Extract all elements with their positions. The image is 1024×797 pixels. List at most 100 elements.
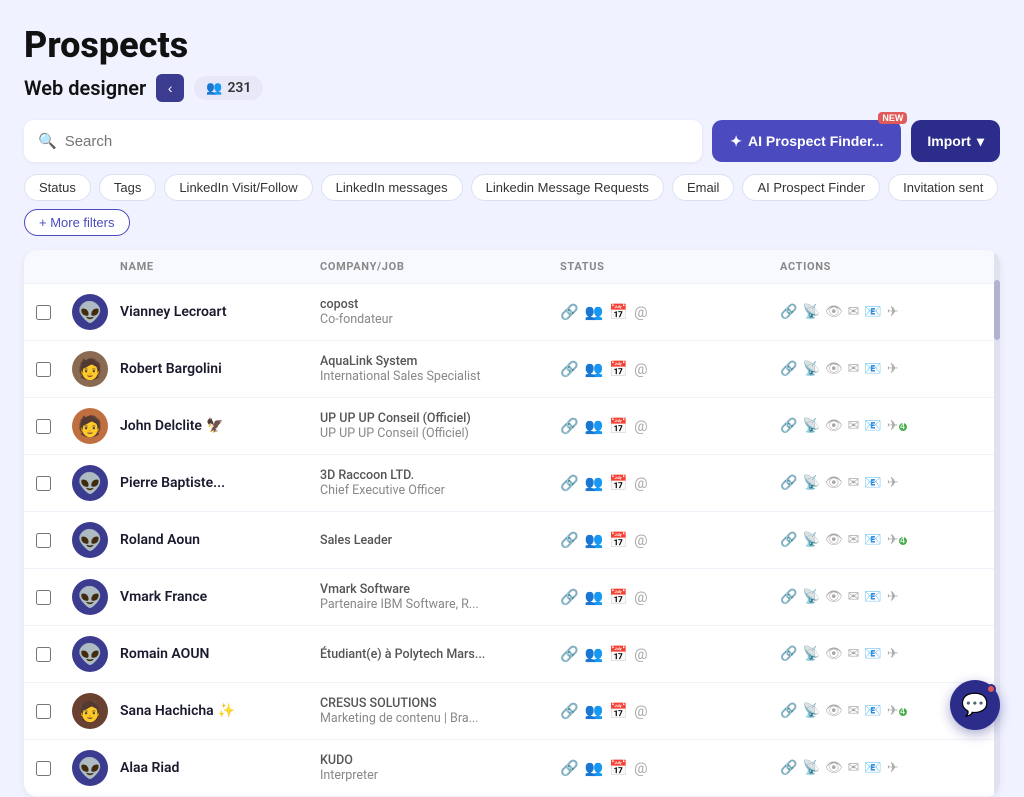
team-icon[interactable]: 👥 bbox=[585, 303, 604, 321]
action-mail-icon[interactable]: ✉ bbox=[848, 532, 860, 548]
link-icon[interactable]: 🔗 bbox=[560, 303, 579, 321]
action-signal-icon[interactable]: 📡 bbox=[802, 589, 819, 605]
team-icon[interactable]: 👥 bbox=[585, 759, 604, 777]
link-icon[interactable]: 🔗 bbox=[560, 702, 579, 720]
action-email-icon[interactable]: 📧 bbox=[864, 589, 881, 605]
at-icon[interactable]: @ bbox=[634, 531, 647, 549]
action-link-icon[interactable]: 🔗 bbox=[780, 361, 797, 377]
filter-status[interactable]: Status bbox=[24, 174, 91, 201]
filter-ai-prospect[interactable]: AI Prospect Finder bbox=[742, 174, 880, 201]
action-view-icon[interactable]: 👁 bbox=[825, 418, 843, 434]
action-mail-icon[interactable]: ✉ bbox=[848, 304, 860, 320]
filter-invitation[interactable]: Invitation sent bbox=[888, 174, 998, 201]
calendar-icon[interactable]: 📅 bbox=[609, 588, 628, 606]
action-view-icon[interactable]: 👁 bbox=[825, 475, 843, 491]
team-icon[interactable]: 👥 bbox=[585, 360, 604, 378]
action-link-icon[interactable]: 🔗 bbox=[780, 703, 797, 719]
action-send-icon[interactable]: ✈ bbox=[887, 703, 899, 719]
action-send-icon[interactable]: ✈ bbox=[887, 304, 899, 320]
team-icon[interactable]: 👥 bbox=[585, 588, 604, 606]
row-checkbox[interactable] bbox=[36, 533, 51, 548]
filter-tags[interactable]: Tags bbox=[99, 174, 156, 201]
action-email-icon[interactable]: 📧 bbox=[864, 532, 881, 548]
action-link-icon[interactable]: 🔗 bbox=[780, 475, 797, 491]
at-icon[interactable]: @ bbox=[634, 702, 647, 720]
row-checkbox[interactable] bbox=[36, 704, 51, 719]
action-signal-icon[interactable]: 📡 bbox=[802, 475, 819, 491]
team-icon[interactable]: 👥 bbox=[585, 474, 604, 492]
action-send-icon[interactable]: ✈ bbox=[887, 646, 899, 662]
action-signal-icon[interactable]: 📡 bbox=[802, 532, 819, 548]
action-mail-icon[interactable]: ✉ bbox=[848, 760, 860, 776]
action-link-icon[interactable]: 🔗 bbox=[780, 760, 797, 776]
action-view-icon[interactable]: 👁 bbox=[825, 304, 843, 320]
action-signal-icon[interactable]: 📡 bbox=[802, 760, 819, 776]
row-checkbox[interactable] bbox=[36, 305, 51, 320]
row-checkbox[interactable] bbox=[36, 362, 51, 377]
action-email-icon[interactable]: 📧 bbox=[864, 418, 881, 434]
team-icon[interactable]: 👥 bbox=[585, 645, 604, 663]
row-checkbox[interactable] bbox=[36, 647, 51, 662]
link-icon[interactable]: 🔗 bbox=[560, 417, 579, 435]
action-send-icon[interactable]: ✈ bbox=[887, 760, 899, 776]
action-mail-icon[interactable]: ✉ bbox=[848, 418, 860, 434]
at-icon[interactable]: @ bbox=[634, 588, 647, 606]
calendar-icon[interactable]: 📅 bbox=[609, 531, 628, 549]
calendar-icon[interactable]: 📅 bbox=[609, 474, 628, 492]
calendar-icon[interactable]: 📅 bbox=[609, 360, 628, 378]
filter-email[interactable]: Email bbox=[672, 174, 735, 201]
action-email-icon[interactable]: 📧 bbox=[864, 475, 881, 491]
action-view-icon[interactable]: 👁 bbox=[825, 532, 843, 548]
action-link-icon[interactable]: 🔗 bbox=[780, 589, 797, 605]
action-signal-icon[interactable]: 📡 bbox=[802, 703, 819, 719]
action-send-icon[interactable]: ✈ bbox=[887, 532, 899, 548]
action-signal-icon[interactable]: 📡 bbox=[802, 646, 819, 662]
more-filters-button[interactable]: + More filters bbox=[24, 209, 130, 236]
chat-button[interactable]: 💬 bbox=[950, 680, 1000, 730]
action-view-icon[interactable]: 👁 bbox=[825, 646, 843, 662]
action-mail-icon[interactable]: ✉ bbox=[848, 361, 860, 377]
team-icon[interactable]: 👥 bbox=[585, 417, 604, 435]
action-view-icon[interactable]: 👁 bbox=[825, 703, 843, 719]
link-icon[interactable]: 🔗 bbox=[560, 531, 579, 549]
team-icon[interactable]: 👥 bbox=[585, 531, 604, 549]
action-send-icon[interactable]: ✈ bbox=[887, 589, 899, 605]
row-checkbox[interactable] bbox=[36, 761, 51, 776]
at-icon[interactable]: @ bbox=[634, 303, 647, 321]
search-input[interactable] bbox=[65, 133, 689, 150]
action-mail-icon[interactable]: ✉ bbox=[848, 475, 860, 491]
action-mail-icon[interactable]: ✉ bbox=[848, 589, 860, 605]
at-icon[interactable]: @ bbox=[634, 645, 647, 663]
row-checkbox[interactable] bbox=[36, 419, 51, 434]
action-link-icon[interactable]: 🔗 bbox=[780, 532, 797, 548]
team-icon[interactable]: 👥 bbox=[585, 702, 604, 720]
link-icon[interactable]: 🔗 bbox=[560, 474, 579, 492]
action-send-icon[interactable]: ✈ bbox=[887, 361, 899, 377]
calendar-icon[interactable]: 📅 bbox=[609, 303, 628, 321]
filter-linkedin-visit[interactable]: LinkedIn Visit/Follow bbox=[164, 174, 312, 201]
row-checkbox[interactable] bbox=[36, 590, 51, 605]
action-email-icon[interactable]: 📧 bbox=[864, 361, 881, 377]
action-send-icon[interactable]: ✈ bbox=[887, 418, 899, 434]
at-icon[interactable]: @ bbox=[634, 759, 647, 777]
row-checkbox[interactable] bbox=[36, 476, 51, 491]
filter-linkedin-requests[interactable]: Linkedin Message Requests bbox=[471, 174, 664, 201]
action-mail-icon[interactable]: ✉ bbox=[848, 703, 860, 719]
calendar-icon[interactable]: 📅 bbox=[609, 645, 628, 663]
chevron-button[interactable]: ‹ bbox=[156, 74, 184, 102]
action-email-icon[interactable]: 📧 bbox=[864, 760, 881, 776]
action-link-icon[interactable]: 🔗 bbox=[780, 418, 797, 434]
link-icon[interactable]: 🔗 bbox=[560, 645, 579, 663]
at-icon[interactable]: @ bbox=[634, 360, 647, 378]
import-button[interactable]: Import ▾ bbox=[911, 120, 1000, 162]
action-signal-icon[interactable]: 📡 bbox=[802, 361, 819, 377]
filter-linkedin-messages[interactable]: LinkedIn messages bbox=[321, 174, 463, 201]
action-email-icon[interactable]: 📧 bbox=[864, 646, 881, 662]
link-icon[interactable]: 🔗 bbox=[560, 360, 579, 378]
scroll-thumb[interactable] bbox=[994, 280, 1000, 340]
action-link-icon[interactable]: 🔗 bbox=[780, 646, 797, 662]
action-view-icon[interactable]: 👁 bbox=[825, 760, 843, 776]
action-view-icon[interactable]: 👁 bbox=[825, 361, 843, 377]
ai-prospect-finder-button[interactable]: ✦ AI Prospect Finder... NEW bbox=[712, 120, 901, 162]
calendar-icon[interactable]: 📅 bbox=[609, 417, 628, 435]
